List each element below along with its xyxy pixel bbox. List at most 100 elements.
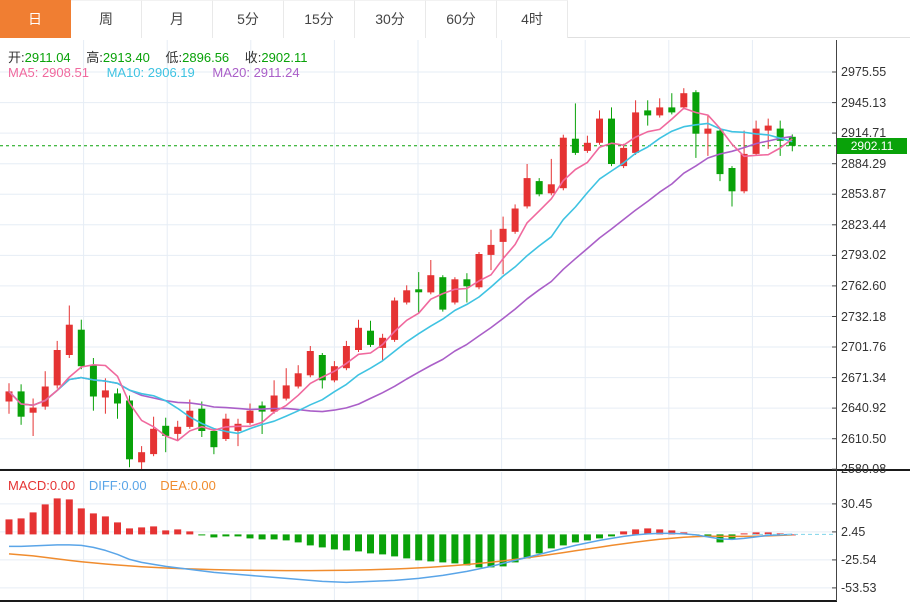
candle — [632, 112, 639, 152]
macd-bar — [391, 534, 398, 556]
price-axis-label: 2823.44 — [841, 218, 907, 232]
price-axis-label: 2793.02 — [841, 248, 907, 262]
macd-bar — [114, 522, 121, 534]
tab-month[interactable]: 月 — [142, 0, 213, 38]
macd-bar — [608, 534, 615, 536]
candle — [210, 431, 217, 447]
candle — [753, 129, 760, 154]
tab-60min[interactable]: 60分 — [426, 0, 497, 38]
macd-axis-label: 30.45 — [841, 497, 907, 511]
macd-bar — [632, 529, 639, 534]
candle — [608, 119, 615, 164]
candle — [331, 366, 338, 380]
candle — [584, 143, 591, 151]
macd-bar — [584, 534, 591, 540]
macd-bar — [524, 534, 531, 558]
macd-bar — [222, 534, 229, 536]
high-label: 高: — [86, 50, 103, 65]
macd-bar — [210, 534, 217, 537]
macd-value: MACD:0.00 — [8, 478, 75, 493]
price-axis-label: 2853.87 — [841, 187, 907, 201]
macd-bar — [283, 534, 290, 540]
candle — [741, 154, 748, 191]
macd-bar — [415, 534, 422, 560]
macd-bar — [596, 534, 603, 538]
tab-15min[interactable]: 15分 — [284, 0, 355, 38]
candle — [680, 93, 687, 107]
macd-bar — [271, 534, 278, 539]
tab-week[interactable]: 周 — [71, 0, 142, 38]
macd-bar — [174, 529, 181, 534]
candle — [114, 393, 121, 403]
tab-4hour[interactable]: 4时 — [497, 0, 568, 38]
candle — [488, 245, 495, 255]
price-axis-label: 2671.34 — [841, 371, 907, 385]
macd-bar — [102, 516, 109, 534]
candle — [524, 178, 531, 206]
ma-legend: MA5: 2908.51 MA10: 2906.19 MA20: 2911.24 — [8, 65, 314, 80]
candle — [512, 209, 519, 232]
candle — [222, 419, 229, 439]
macd-bar — [560, 534, 567, 545]
macd-bar — [451, 534, 458, 563]
candle — [463, 279, 470, 286]
candle — [729, 168, 736, 191]
macd-bar — [186, 531, 193, 534]
macd-bar — [439, 534, 446, 562]
macd-bar — [512, 534, 519, 562]
candle — [765, 126, 772, 131]
macd-bar — [126, 528, 133, 534]
price-axis-label: 2580.08 — [841, 462, 907, 476]
macd-bar — [741, 533, 748, 534]
macd-bar — [536, 534, 543, 553]
macd-bar — [295, 534, 302, 542]
candle — [126, 401, 133, 460]
macd-bar — [66, 499, 73, 534]
tab-30min[interactable]: 30分 — [355, 0, 426, 38]
macd-legend: MACD:0.00 DIFF:0.00 DEA:0.00 — [8, 478, 226, 493]
macd-bar — [42, 504, 49, 534]
macd-bar — [30, 512, 37, 534]
candle — [415, 289, 422, 292]
candle — [66, 325, 73, 355]
candle — [247, 411, 254, 423]
price-axis-label: 2701.76 — [841, 340, 907, 354]
macd-bar — [548, 534, 555, 548]
macd-bar — [6, 519, 13, 534]
period-tabbar: 日 周 月 5分 15分 30分 60分 4时 — [0, 0, 910, 38]
macd-bar — [198, 534, 205, 535]
macd-bar — [367, 534, 374, 553]
macd-bar — [90, 513, 97, 534]
candle — [572, 139, 579, 153]
macd-bar — [343, 534, 350, 550]
low-label: 低: — [166, 50, 183, 65]
candle — [717, 131, 724, 175]
candle — [536, 181, 543, 194]
price-axis-label: 2975.55 — [841, 65, 907, 79]
price-axis-label: 2884.29 — [841, 157, 907, 171]
candle — [42, 387, 49, 407]
macd-axis-label: -53.53 — [841, 581, 907, 595]
tab-5min[interactable]: 5分 — [213, 0, 284, 38]
candle — [427, 275, 434, 292]
price-axis-label: 2610.50 — [841, 432, 907, 446]
macd-bar — [427, 534, 434, 561]
price-axis-label: 2945.13 — [841, 96, 907, 110]
diff-value: DIFF:0.00 — [89, 478, 147, 493]
macd-bar — [355, 534, 362, 551]
ma20-value: MA20: 2911.24 — [212, 65, 299, 80]
macd-bar — [138, 527, 145, 534]
price-axis-label: 2732.18 — [841, 310, 907, 324]
candle — [283, 385, 290, 398]
tab-day[interactable]: 日 — [0, 0, 71, 38]
close-label: 收: — [245, 50, 262, 65]
macd-bar — [331, 534, 338, 549]
macd-bar — [150, 526, 157, 534]
candle — [596, 119, 603, 143]
macd-bar — [18, 518, 25, 534]
macd-bar — [620, 531, 627, 534]
chart-canvas — [0, 0, 910, 604]
macd-bar — [247, 534, 254, 538]
candle — [102, 390, 109, 397]
macd-bar — [463, 534, 470, 565]
